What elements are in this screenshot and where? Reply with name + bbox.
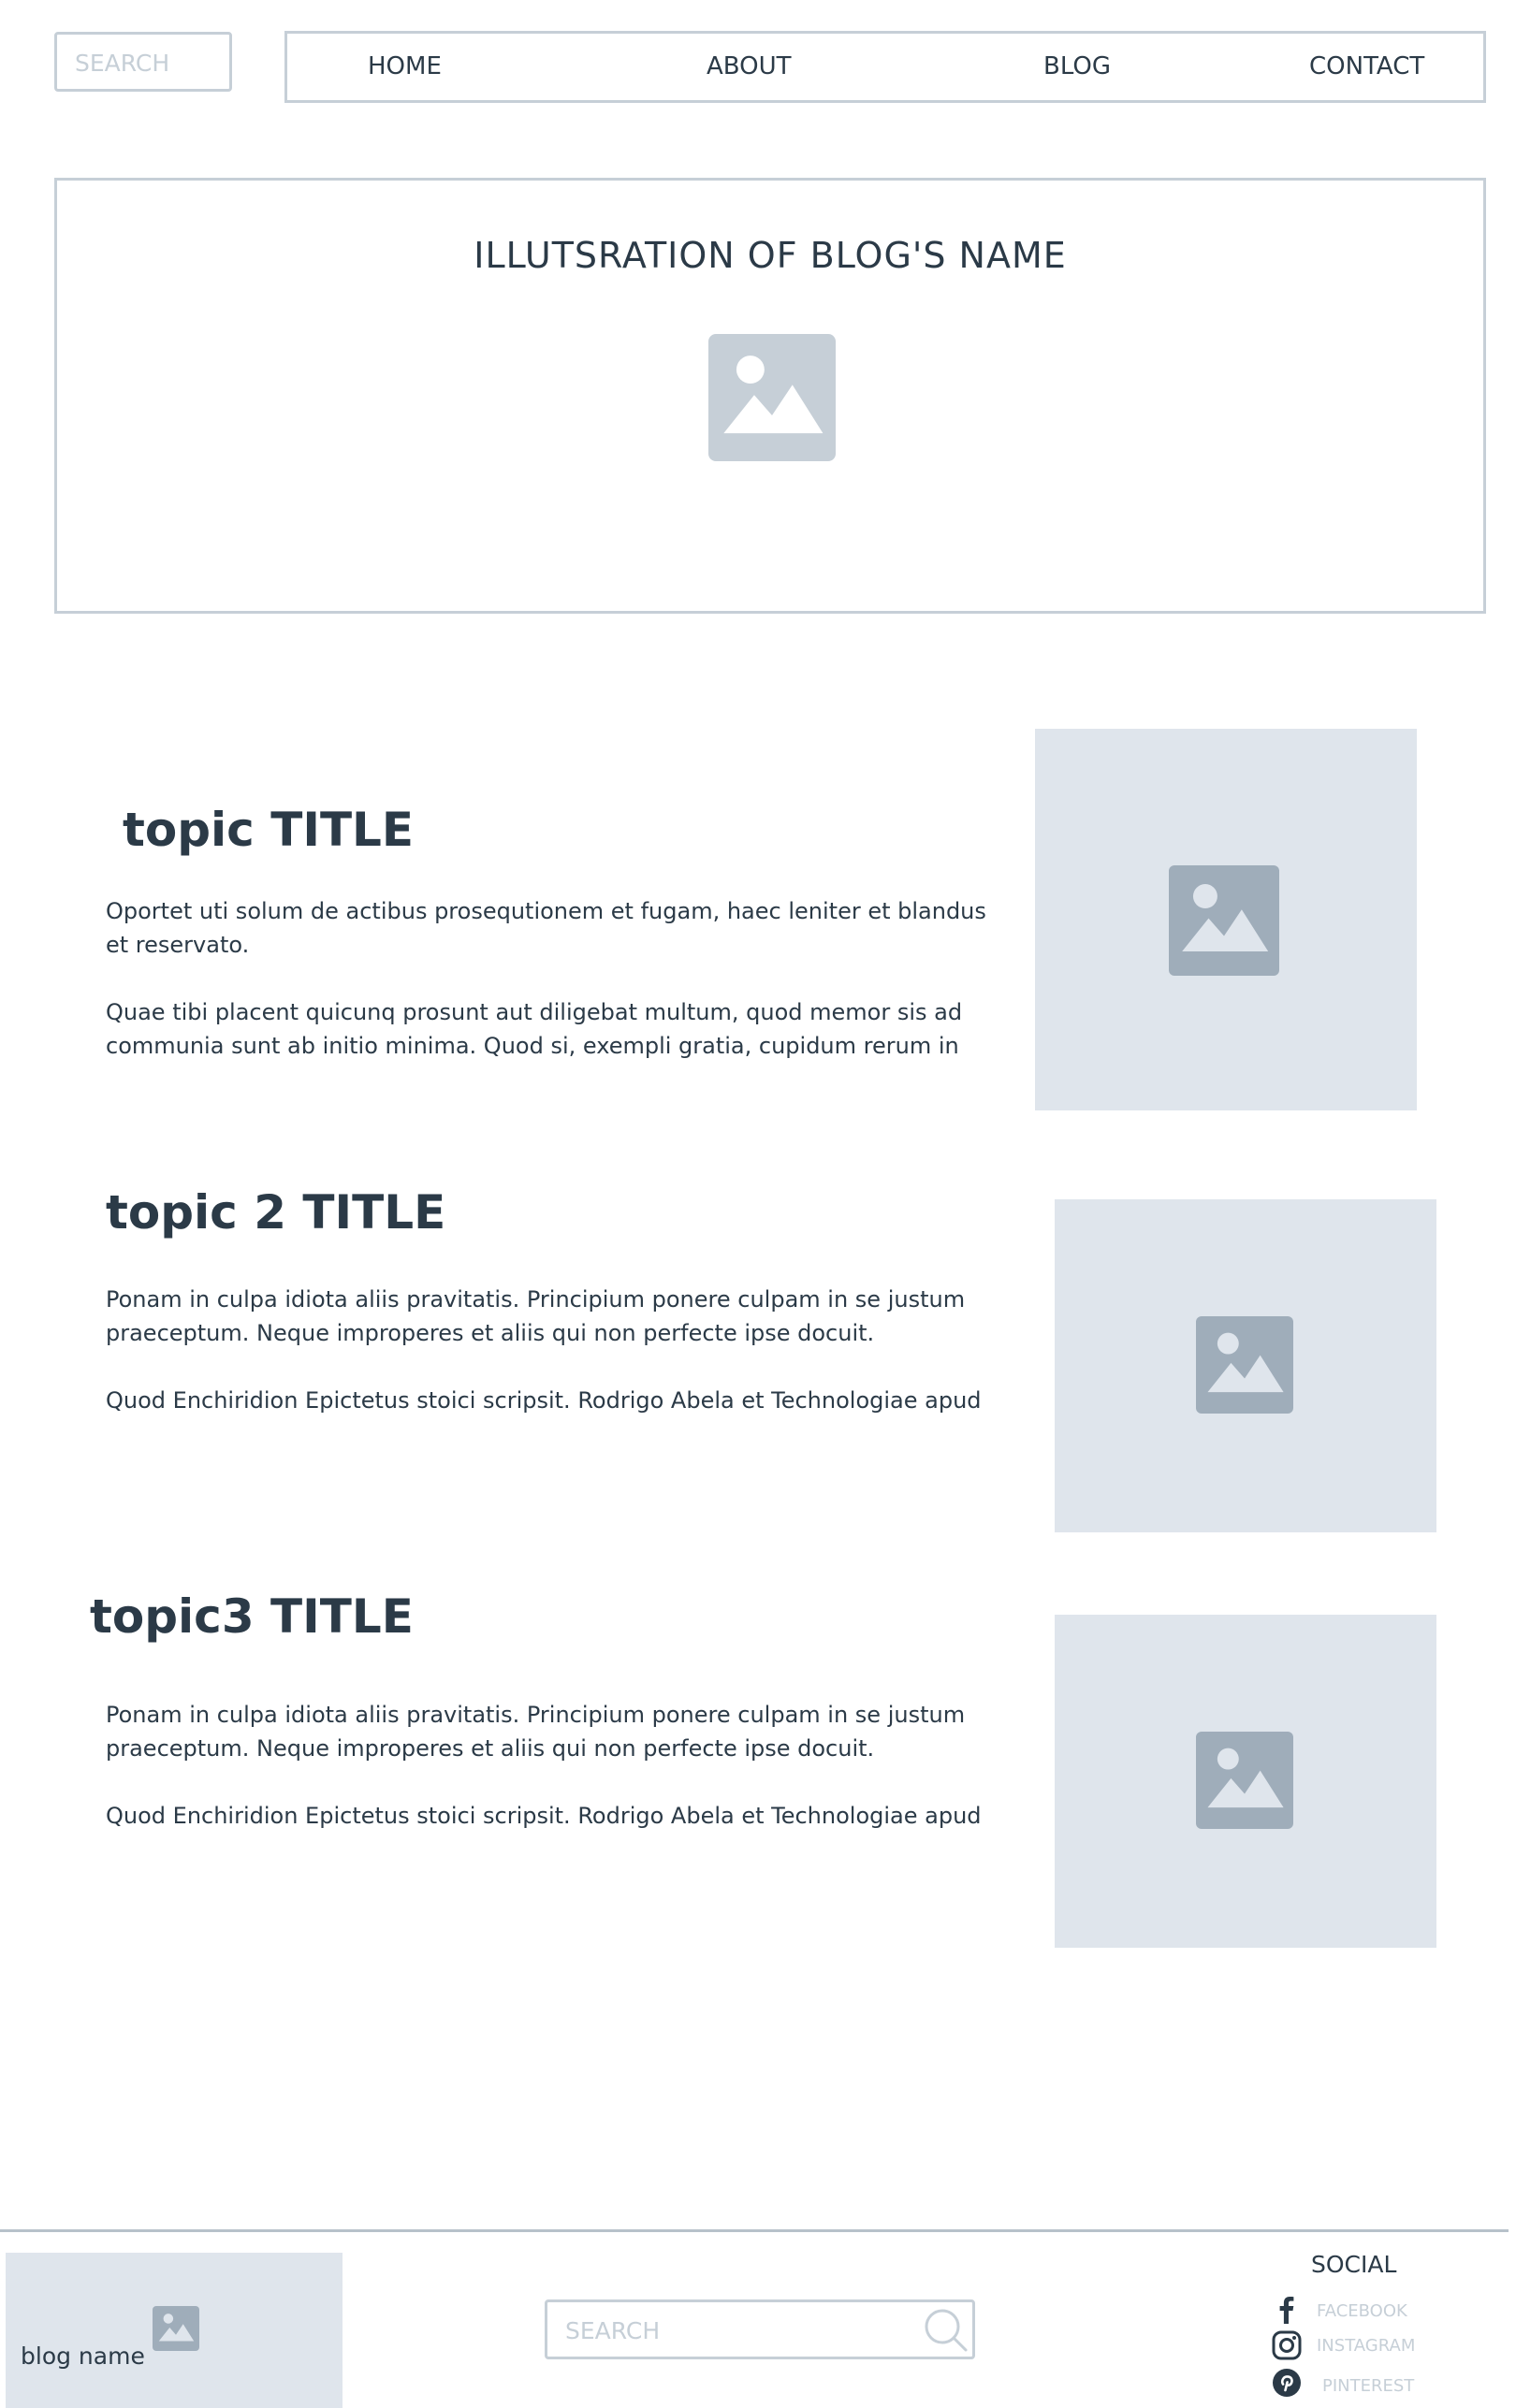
- social-facebook-link[interactable]: FACEBOOK: [1317, 2301, 1407, 2321]
- topic-2-image: [1055, 1199, 1436, 1532]
- image-placeholder-icon: [1169, 865, 1279, 976]
- search-input[interactable]: SEARCH: [54, 32, 232, 92]
- topic-1-paragraph-1: Oportet uti solum de actibus proseqution…: [106, 898, 986, 958]
- topic-3-image: [1055, 1615, 1436, 1948]
- footer-divider: [0, 2229, 1509, 2232]
- topic-1-paragraph-2: Quae tibi placent quicunq prosunt aut di…: [106, 999, 963, 1059]
- topic-3-body: Ponam in culpa idiota aliis pravitatis. …: [106, 1698, 995, 1833]
- topic-3-paragraph-1: Ponam in culpa idiota aliis pravitatis. …: [106, 1702, 966, 1762]
- topic-2-paragraph-2: Quod Enchiridion Epictetus stoici scrips…: [106, 1387, 982, 1414]
- search-icon[interactable]: [922, 2307, 970, 2354]
- image-placeholder-icon: [1196, 1732, 1293, 1829]
- footer-search-placeholder: SEARCH: [565, 2317, 661, 2344]
- footer-brand[interactable]: blog name: [6, 2253, 343, 2408]
- topic-2-paragraph-1: Ponam in culpa idiota aliis pravitatis. …: [106, 1286, 966, 1346]
- image-placeholder-icon: [1196, 1316, 1293, 1414]
- facebook-icon[interactable]: [1271, 2294, 1303, 2326]
- hero-title: ILLUTSRATION OF BLOG'S NAME: [474, 235, 1067, 276]
- instagram-icon[interactable]: [1271, 2329, 1303, 2361]
- nav-blog[interactable]: BLOG: [1043, 52, 1111, 80]
- footer-search-input[interactable]: SEARCH: [545, 2299, 975, 2359]
- topic-1-body: Oportet uti solum de actibus proseqution…: [106, 894, 995, 1063]
- social-instagram-link[interactable]: INSTAGRAM: [1317, 2336, 1415, 2356]
- topic-3-title: topic3 TITLE: [90, 1589, 414, 1644]
- topic-2-title: topic 2 TITLE: [106, 1185, 446, 1240]
- hero-banner: ILLUTSRATION OF BLOG'S NAME: [54, 178, 1486, 614]
- social-title: SOCIAL: [1311, 2251, 1397, 2278]
- social-pinterest-link[interactable]: PINTEREST: [1322, 2376, 1414, 2396]
- topic-2-body: Ponam in culpa idiota aliis pravitatis. …: [106, 1283, 995, 1417]
- image-placeholder-icon: [708, 334, 836, 461]
- nav-about[interactable]: ABOUT: [707, 52, 792, 80]
- topic-1-title: topic TITLE: [123, 803, 415, 857]
- nav-home[interactable]: HOME: [368, 52, 442, 80]
- nav-contact[interactable]: CONTACT: [1309, 52, 1424, 80]
- blog-name: blog name: [21, 2343, 145, 2370]
- pinterest-icon[interactable]: [1271, 2367, 1303, 2399]
- image-placeholder-icon: [153, 2306, 199, 2351]
- topic-3-paragraph-2: Quod Enchiridion Epictetus stoici scrips…: [106, 1803, 982, 1829]
- main-nav: HOME ABOUT BLOG CONTACT: [284, 31, 1486, 103]
- topic-1-image: [1035, 729, 1417, 1110]
